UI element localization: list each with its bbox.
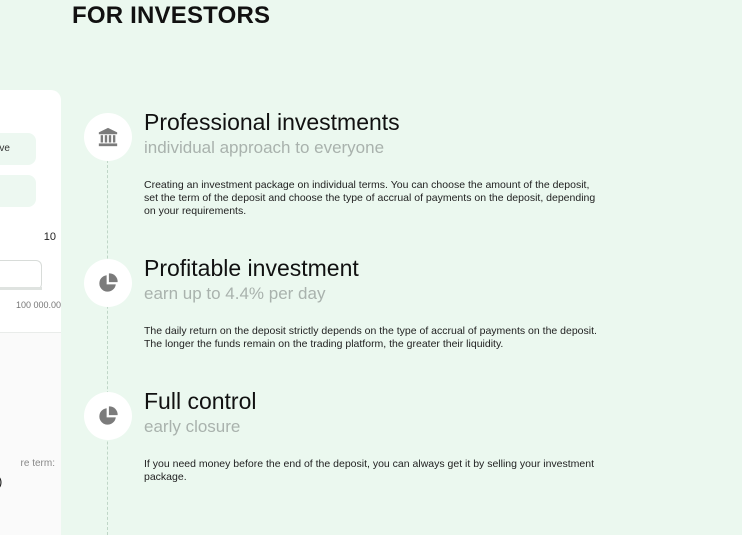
feature-subtitle: earn up to 4.4% per day xyxy=(144,284,326,303)
investors-section: FOR INVESTORS sive 10 100 000.00 re term… xyxy=(0,0,742,535)
feature-title: Profitable investment xyxy=(144,255,359,281)
deposit-amount-input[interactable] xyxy=(0,260,42,290)
max-amount-label: 100 000.00 xyxy=(15,300,61,310)
feature-description: Creating an investment package on indivi… xyxy=(144,179,596,217)
feature-icon-circle xyxy=(84,113,132,161)
plan-option-button[interactable]: sive xyxy=(0,133,36,165)
feature-subtitle: individual approach to everyone xyxy=(144,138,385,157)
feature-description: If you need money before the end of the … xyxy=(144,458,595,483)
bank-icon xyxy=(98,127,118,147)
calculator-panel: sive 10 100 000.00 re term: ) xyxy=(0,90,61,535)
feature-subtitle: early closure xyxy=(144,417,241,436)
plan-select-field[interactable] xyxy=(0,175,36,207)
section-title: FOR INVESTORS xyxy=(72,2,271,29)
amount-slider-track[interactable] xyxy=(0,287,42,290)
feature-title: Professional investments xyxy=(144,109,400,135)
pie-chart-icon xyxy=(99,273,118,292)
feature-icon-circle xyxy=(84,392,132,440)
feature-description: The daily return on the deposit strictly… xyxy=(144,325,597,350)
term-label: re term: xyxy=(20,458,55,469)
pie-chart-icon xyxy=(99,406,118,425)
feature-icon-circle xyxy=(84,259,132,307)
calculator-results-area xyxy=(0,333,61,535)
feature-title: Full control xyxy=(144,388,257,414)
term-value: ) xyxy=(0,474,2,489)
plan-option-label: sive xyxy=(0,143,10,154)
calculator-value: 10 xyxy=(43,231,56,243)
timeline-line xyxy=(107,160,108,535)
